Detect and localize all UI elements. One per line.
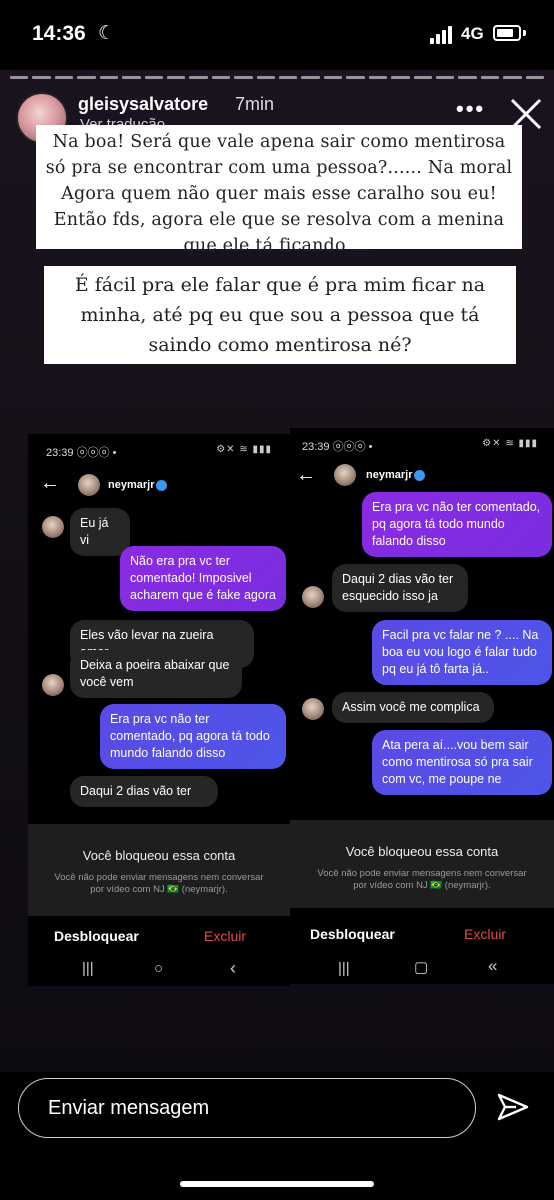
verified-icon: [414, 470, 425, 481]
signal-icon: [430, 26, 456, 44]
status-bar: 14:36 ☾ 4G: [0, 0, 554, 70]
battery-icon: [493, 25, 521, 41]
mini-status-icons: ⚙✕ ≋ ▮▮▮: [216, 444, 272, 455]
moon-icon: ☾: [98, 23, 116, 44]
back-nav-icon: ‹: [230, 958, 236, 978]
back-arrow-icon: ←: [296, 464, 316, 486]
message-bubble: Daqui 2 dias vão ter esquecido isso ja: [332, 564, 468, 612]
blocked-notice: Você bloqueou essa conta Você não pode e…: [28, 824, 290, 916]
message-bubble: Era pra vc não ter comentado, pq agora t…: [100, 704, 286, 769]
contact-avatar: [302, 698, 324, 720]
story-progress: [10, 76, 545, 79]
home-indicator[interactable]: [180, 1181, 374, 1187]
contact-avatar: [42, 516, 64, 538]
message-bubble: Ata pera aí....vou bem sair como mentiro…: [372, 730, 552, 795]
blocked-subtitle: Você não pode enviar mensagens nem conve…: [54, 872, 264, 895]
story-text-1: Na boa! Será que vale apena sair como me…: [36, 125, 522, 256]
blocked-title: Você bloqueou essa conta: [82, 848, 236, 863]
message-bubble: Daqui 2 dias vão ter: [70, 776, 218, 807]
blocked-subtitle: Você não pode enviar mensagens nem conve…: [317, 868, 527, 891]
contact-avatar: [42, 674, 64, 696]
message-bubble: Facil pra vc falar ne ? .... Na boa eu v…: [372, 620, 552, 685]
message-bubble: Não era pra vc ter comentado! Imposivel …: [120, 546, 286, 611]
dm-screenshot-right: 23:39 ⓞⓞⓞ • ⚙✕ ≋ ▮▮▮ ← neymarjr Era pra …: [290, 428, 554, 984]
story-username[interactable]: gleisysalvatore: [78, 94, 208, 115]
unblock-button: Desbloquear: [310, 926, 395, 942]
delete-button: Excluir: [464, 926, 507, 942]
more-icon[interactable]: •••: [456, 96, 485, 122]
contact-name: neymarjr: [108, 479, 155, 491]
unblock-button: Desbloquear: [54, 928, 139, 944]
back-arrow-icon: ←: [40, 472, 60, 494]
contact-avatar: [302, 586, 324, 608]
back-nav-icon: «: [488, 956, 498, 975]
dm-screenshot-left: 23:39 ⓞⓞⓞ • ⚙✕ ≋ ▮▮▮ ← neymarjr Eu já vi…: [28, 434, 290, 986]
mini-status-icons: ⚙✕ ≋ ▮▮▮: [482, 438, 538, 449]
message-bubble: Deixa a poeira abaixar que você vem: [70, 650, 242, 698]
contact-avatar: [334, 464, 356, 486]
message-bubble: Era pra vc não ter comentado, pq agora t…: [362, 492, 552, 557]
recent-apps-icon: |||: [82, 960, 94, 977]
send-icon[interactable]: [496, 1090, 530, 1124]
status-time: 14:36: [32, 22, 86, 45]
delete-button: Excluir: [204, 928, 247, 944]
message-bubble: Assim você me complica: [332, 692, 494, 723]
message-input-placeholder[interactable]: Enviar mensagem: [48, 1097, 209, 1120]
blocked-notice: Você bloqueou essa conta Você não pode e…: [290, 820, 554, 908]
network-type: 4G: [461, 24, 484, 43]
mini-time: 23:39 ⓞⓞⓞ •: [46, 447, 117, 459]
story-text-2: É fácil pra ele falar que é pra mim fica…: [44, 266, 516, 364]
mini-time: 23:39 ⓞⓞⓞ •: [302, 441, 373, 453]
blocked-title: Você bloqueou essa conta: [345, 844, 499, 859]
message-bubble: Eu já vi: [70, 508, 130, 556]
contact-avatar: [78, 474, 100, 496]
home-icon: ○: [154, 960, 164, 977]
verified-icon: [156, 480, 167, 491]
home-icon: ▢: [414, 959, 429, 976]
story-time-ago: 7min: [235, 94, 275, 114]
recent-apps-icon: |||: [338, 960, 350, 977]
contact-name: neymarjr: [366, 469, 413, 481]
